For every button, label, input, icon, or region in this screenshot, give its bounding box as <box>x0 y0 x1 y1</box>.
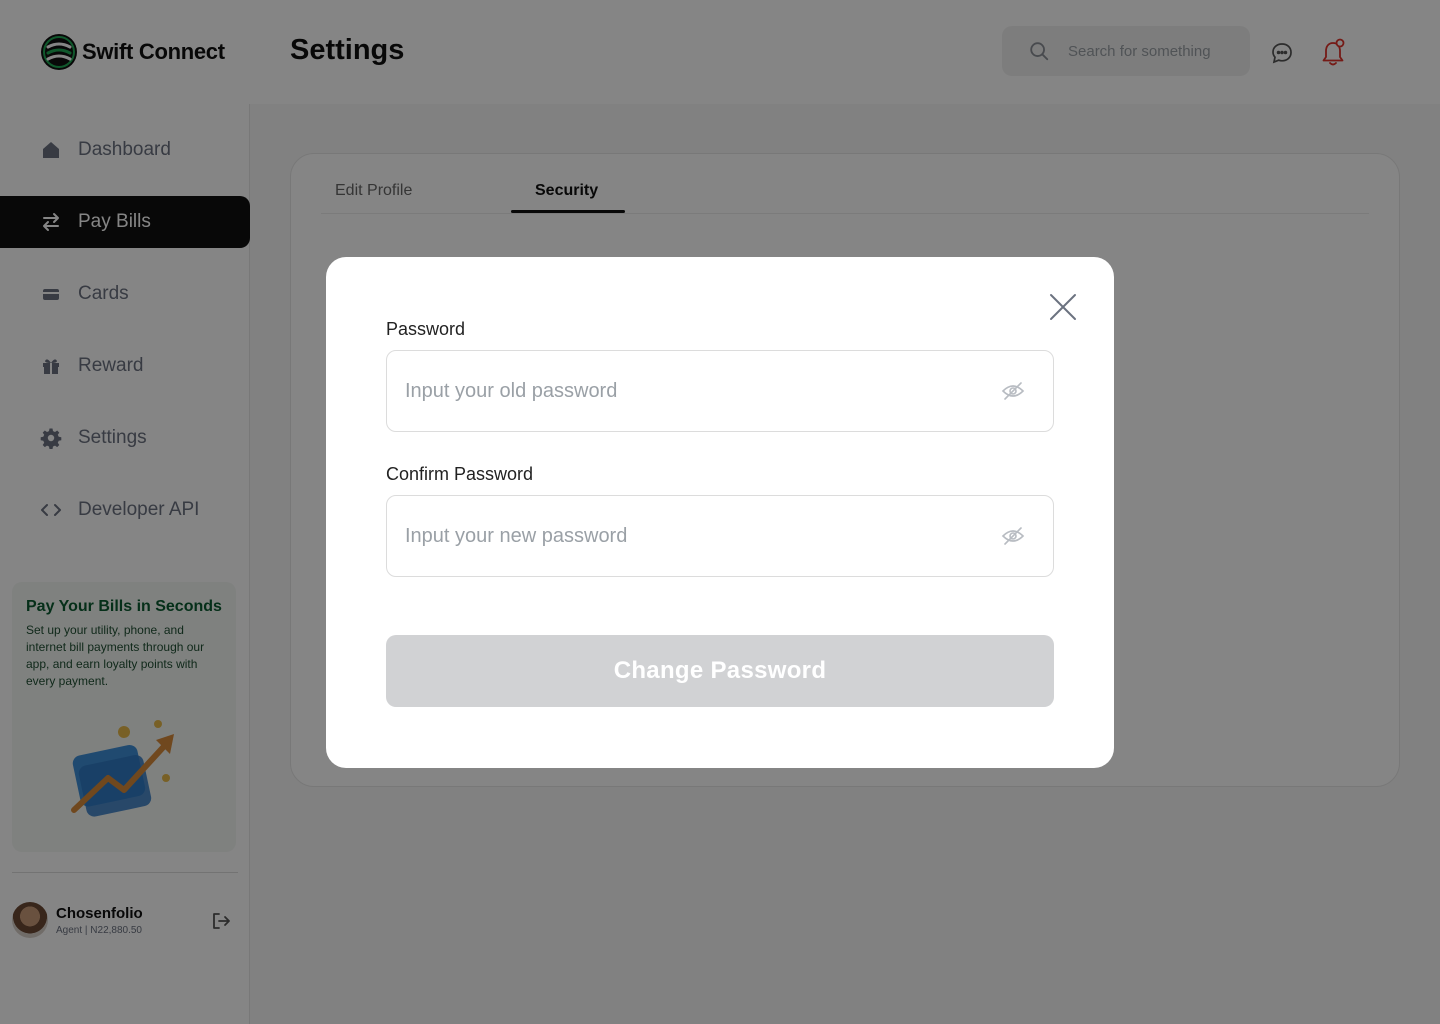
eye-off-icon[interactable] <box>1001 379 1025 403</box>
old-password-input[interactable] <box>405 379 1001 403</box>
eye-off-icon[interactable] <box>1001 524 1025 548</box>
new-password-input[interactable] <box>405 524 1001 548</box>
confirm-password-label: Confirm Password <box>386 464 534 484</box>
password-label: Password <box>386 319 466 339</box>
close-icon[interactable] <box>1048 292 1078 322</box>
new-password-field <box>386 495 1054 577</box>
change-password-button[interactable]: Change Password <box>386 635 1054 707</box>
old-password-field <box>386 350 1054 432</box>
change-password-modal: Password Confirm Password Change Passwor… <box>326 257 1114 768</box>
